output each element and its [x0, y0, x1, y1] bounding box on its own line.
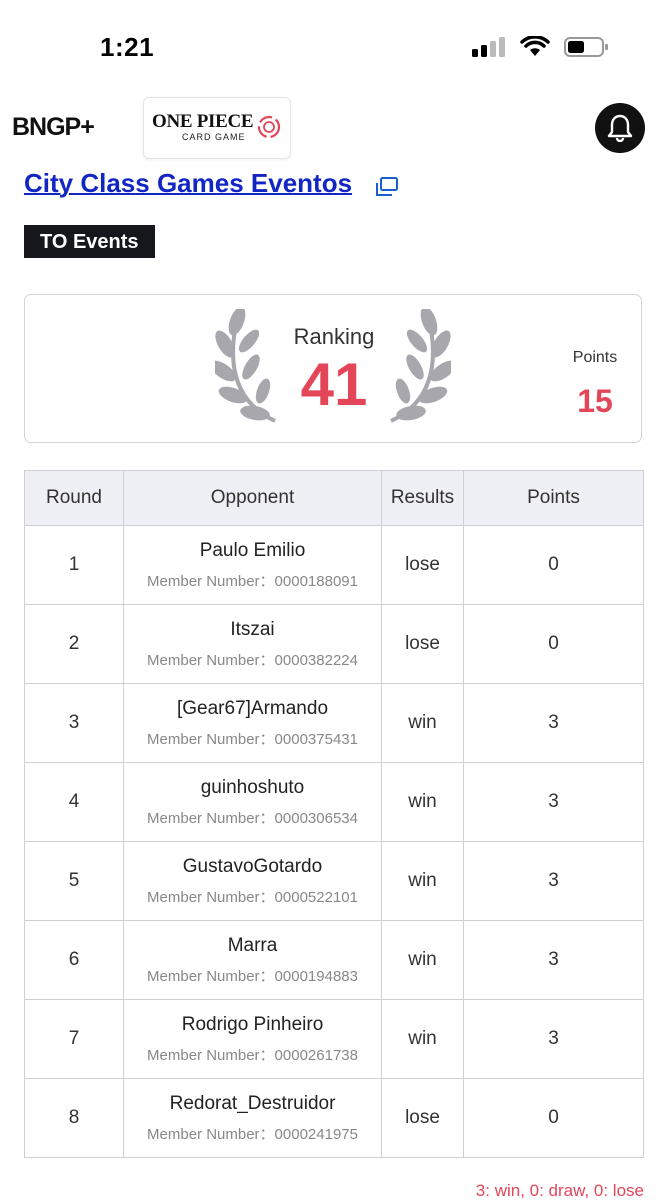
table-row: 1 Paulo Emilio Member Number：0000188091 los…	[24, 525, 644, 605]
points-cell: 3	[463, 841, 644, 921]
wifi-icon	[520, 36, 550, 56]
points-cell: 3	[463, 920, 644, 1000]
result-cell: lose	[381, 1078, 464, 1158]
member-number: Member Number：0000522101	[147, 888, 358, 906]
table-row: 4 guinhoshuto Member Number：0000306534 win 3	[24, 762, 644, 842]
battery-icon	[564, 37, 608, 57]
round-cell: 5	[24, 841, 124, 921]
result-cell: win	[381, 683, 464, 763]
opponent-cell: guinhoshuto Member Number：0000306534	[123, 762, 382, 842]
opponent-name: Paulo Emilio	[199, 539, 306, 561]
round-cell: 3	[24, 683, 124, 763]
cellular-signal-icon	[472, 37, 505, 57]
points-label: Points	[572, 349, 618, 366]
opponent-cell: Itszai Member Number：0000382224	[123, 604, 382, 684]
notification-button[interactable]	[595, 103, 645, 153]
opponent-cell: Paulo Emilio Member Number：0000188091	[123, 525, 382, 605]
status-icons	[472, 36, 610, 58]
opponent-cell: [Gear67]Armando Member Number：0000375431	[123, 683, 382, 763]
table-row: 5 GustavoGotardo Member Number：0000522101 w…	[24, 841, 644, 921]
laurel-right-icon	[390, 309, 451, 423]
opponent-name: Itszai	[230, 618, 275, 640]
external-link-icon[interactable]	[375, 177, 399, 197]
result-cell: lose	[381, 525, 464, 605]
table-row: 3 [Gear67]Armando Member Number：0000375431…	[24, 683, 644, 763]
table-row: 2 Itszai Member Number：0000382224 lose 0	[24, 604, 644, 684]
swirl-icon	[257, 115, 281, 139]
opponent-name: guinhoshuto	[200, 776, 305, 798]
opponent-cell: GustavoGotardo Member Number：0000522101	[123, 841, 382, 921]
result-cell: win	[381, 999, 464, 1079]
opponent-name: Marra	[227, 934, 278, 956]
status-bar: 1:21	[0, 0, 668, 95]
header-opponent: Opponent	[123, 470, 382, 526]
round-cell: 2	[24, 604, 124, 684]
points-legend: 3: win, 0: draw, 0: lose	[475, 1181, 644, 1200]
one-piece-logo[interactable]: ONE PIECE CARD GAME	[143, 97, 291, 159]
table-row: 6 Marra Member Number：0000194883 win 3	[24, 920, 644, 1000]
member-number: Member Number：0000188091	[147, 572, 358, 590]
opponent-cell: Marra Member Number：0000194883	[123, 920, 382, 1000]
table-row: 7 Rodrigo Pinheiro Member Number：000026173…	[24, 999, 644, 1079]
opponent-cell: Rodrigo Pinheiro Member Number：0000261738	[123, 999, 382, 1079]
points-cell: 0	[463, 1078, 644, 1158]
member-number: Member Number：0000194883	[147, 967, 358, 985]
result-cell: win	[381, 920, 464, 1000]
opponent-name: [Gear67]Armando	[176, 697, 329, 719]
opponent-cell: Redorat_Destruidor Member Number：00002419…	[123, 1078, 382, 1158]
event-title-link[interactable]: City Class Games Eventos	[24, 168, 352, 199]
points-cell: 0	[463, 604, 644, 684]
points-cell: 3	[463, 999, 644, 1079]
opponent-name: Redorat_Destruidor	[169, 1092, 336, 1114]
results-table: Round Opponent Results Points 1 Paulo Emi…	[24, 470, 644, 1158]
to-events-badge: TO Events	[24, 225, 155, 258]
opponent-name: Rodrigo Pinheiro	[181, 1013, 324, 1035]
logo-title: ONE PIECE	[152, 111, 254, 132]
round-cell: 6	[24, 920, 124, 1000]
header-points: Points	[463, 470, 644, 526]
round-cell: 4	[24, 762, 124, 842]
opponent-name: GustavoGotardo	[182, 855, 323, 877]
member-number: Member Number：0000241975	[147, 1125, 358, 1143]
table-row: 8 Redorat_Destruidor Member Number：0000241…	[24, 1078, 644, 1158]
bngp-logo[interactable]: BNGP+	[12, 113, 95, 142]
round-cell: 8	[24, 1078, 124, 1158]
points-cell: 0	[463, 525, 644, 605]
member-number: Member Number：0000261738	[147, 1046, 358, 1064]
member-number: Member Number：0000382224	[147, 651, 358, 669]
bell-icon	[607, 114, 633, 142]
points-cell: 3	[463, 683, 644, 763]
result-cell: win	[381, 762, 464, 842]
result-cell: win	[381, 841, 464, 921]
app-header: BNGP+ ONE PIECE CARD GAME	[0, 95, 668, 163]
header-round: Round	[24, 470, 124, 526]
status-time: 1:21	[100, 32, 155, 62]
ranking-card: Ranking 41 Points 15	[24, 294, 642, 443]
round-cell: 7	[24, 999, 124, 1079]
result-cell: lose	[381, 604, 464, 684]
member-number: Member Number：0000306534	[147, 809, 358, 827]
header-results: Results	[381, 470, 464, 526]
member-number: Member Number：0000375431	[147, 730, 358, 748]
logo-subtitle: CARD GAME	[182, 132, 246, 142]
table-header-row: Round Opponent Results Points	[24, 470, 644, 526]
round-cell: 1	[24, 525, 124, 605]
points-cell: 3	[463, 762, 644, 842]
points-value: 15	[577, 383, 613, 419]
